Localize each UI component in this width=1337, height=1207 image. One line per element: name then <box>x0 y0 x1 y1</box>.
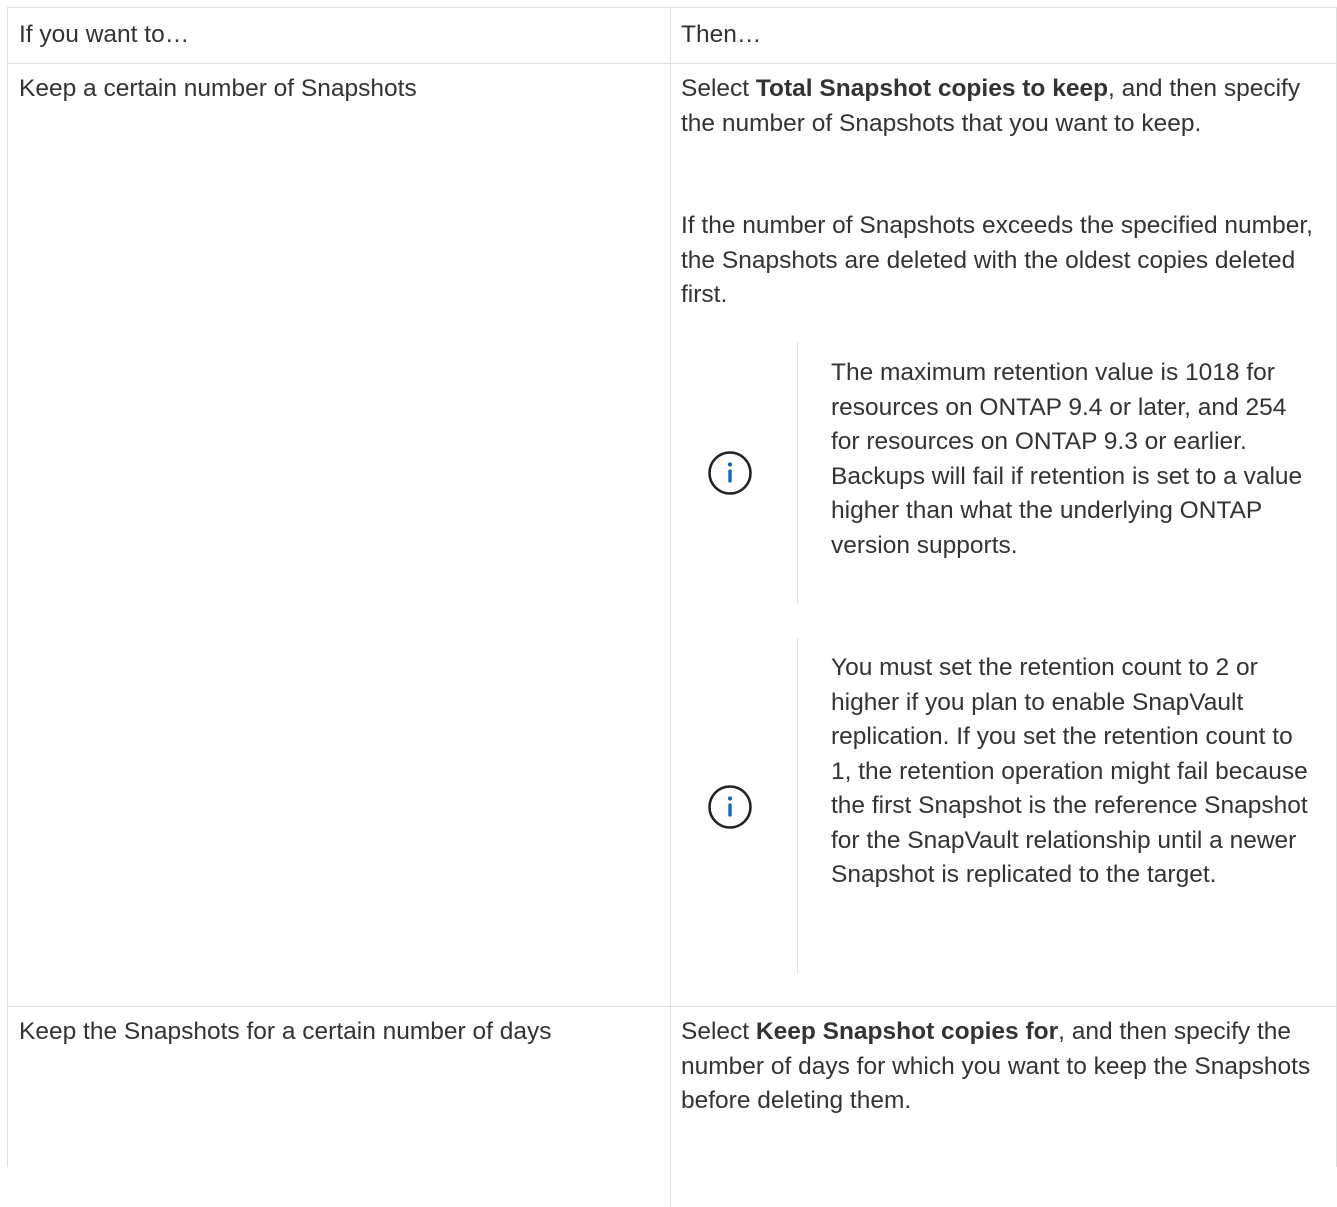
then-prefix: Select <box>681 1018 756 1045</box>
info-icon <box>708 785 752 829</box>
want-keep-number: Keep a certain number of Snapshots <box>19 75 417 102</box>
ui-option-keep-snapshot-copies-for: Keep Snapshot copies for <box>755 1018 1059 1045</box>
column-divider <box>670 64 671 1006</box>
column-divider <box>670 8 671 63</box>
then-keep-days: Select Keep Snapshot copies for, and the… <box>681 1015 1321 1119</box>
note-text: The maximum retention value is 1018 for … <box>831 359 1303 559</box>
info-icon <box>708 451 752 495</box>
table-header-row: If you want to… Then… <box>8 8 1337 64</box>
then-prefix: Select <box>681 75 756 102</box>
want-keep-days: Keep the Snapshots for a certain number … <box>19 1018 552 1045</box>
ui-option-total-snapshot-copies: Total Snapshot copies to keep <box>755 75 1109 102</box>
note-divider <box>797 638 798 974</box>
exceed-note-paragraph: If the number of Snapshots exceeds the s… <box>681 212 1313 308</box>
header-if-you-want-to: If you want to… <box>19 21 190 48</box>
then-keep-number: Select Total Snapshot copies to keep, an… <box>681 72 1321 141</box>
retention-options-table: If you want to… Then… Keep a certain num… <box>7 7 1337 1207</box>
column-divider <box>670 1007 671 1207</box>
note-text: You must set the retention count to 2 or… <box>831 654 1308 888</box>
note-divider <box>797 342 798 604</box>
table-row: Keep a certain number of Snapshots Selec… <box>8 64 1337 1007</box>
note-admonition: The maximum retention value is 1018 for … <box>681 342 1321 604</box>
note-admonition: You must set the retention count to 2 or… <box>681 638 1321 974</box>
table-row: Keep the Snapshots for a certain number … <box>8 1007 1337 1207</box>
header-then: Then… <box>681 21 762 48</box>
